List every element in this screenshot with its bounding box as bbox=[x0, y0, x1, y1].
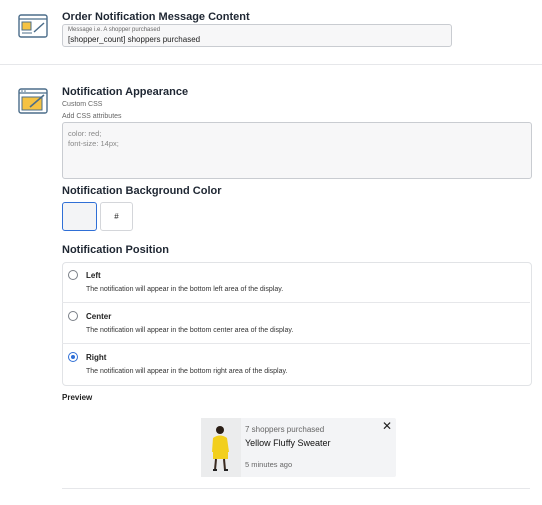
message-field-value: [shopper_count] shoppers purchased bbox=[68, 35, 201, 44]
option-center-label: Center bbox=[86, 312, 112, 321]
position-option-right[interactable]: Right The notification will appear in th… bbox=[62, 344, 530, 384]
position-title: Notification Position bbox=[62, 244, 169, 256]
preview-product-name: Yellow Fluffy Sweater bbox=[245, 438, 331, 448]
option-center-description: The notification will appear in the bott… bbox=[86, 327, 294, 334]
message-section-icon bbox=[18, 14, 48, 38]
background-color-swatch[interactable] bbox=[62, 202, 97, 231]
option-right-description: The notification will appear in the bott… bbox=[86, 368, 288, 375]
background-color-title: Notification Background Color bbox=[62, 185, 222, 197]
preview-time-text: 5 minutes ago bbox=[245, 460, 293, 469]
message-field[interactable]: Message i.e. A shopper purchased [shoppe… bbox=[62, 24, 452, 47]
section-divider bbox=[0, 64, 542, 65]
appearance-section-title: Notification Appearance bbox=[62, 86, 189, 98]
custom-css-label: Custom CSS bbox=[62, 101, 103, 108]
custom-css-value: color: red; font-size: 14px; bbox=[68, 129, 119, 148]
preview-title: Preview bbox=[62, 393, 93, 402]
radio-right[interactable] bbox=[68, 352, 78, 362]
option-left-label: Left bbox=[86, 271, 101, 280]
bottom-divider bbox=[62, 488, 530, 489]
message-field-label: Message i.e. A shopper purchased bbox=[68, 27, 161, 33]
preview-count-text: 7 shoppers purchased bbox=[245, 425, 325, 434]
radio-left[interactable] bbox=[68, 270, 78, 280]
radio-center[interactable] bbox=[68, 311, 78, 321]
option-left-description: The notification will appear in the bott… bbox=[86, 286, 284, 293]
custom-css-textarea[interactable]: color: red; font-size: 14px; bbox=[62, 122, 532, 179]
option-right-label: Right bbox=[86, 353, 107, 362]
add-css-label: Add CSS attributes bbox=[62, 113, 122, 120]
appearance-section-icon bbox=[18, 88, 48, 114]
position-option-left[interactable]: Left The notification will appear in the… bbox=[62, 262, 530, 303]
message-section-title: Order Notification Message Content bbox=[62, 11, 250, 23]
background-color-hex-input[interactable]: # bbox=[100, 202, 133, 231]
position-option-center[interactable]: Center The notification will appear in t… bbox=[62, 303, 530, 344]
preview-notification-card: 7 shoppers purchased Yellow Fluffy Sweat… bbox=[201, 418, 396, 477]
close-icon[interactable]: ✕ bbox=[382, 420, 392, 432]
product-thumbnail bbox=[201, 418, 241, 477]
